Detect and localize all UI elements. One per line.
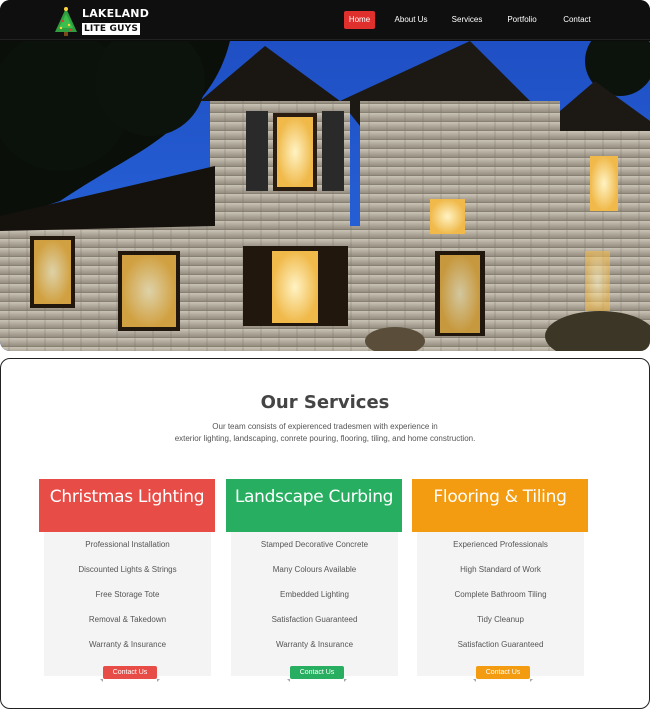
brand-name: LAKELAND LITE GUYS bbox=[82, 8, 149, 35]
feature-item: Warranty & Insurance bbox=[275, 640, 354, 649]
card-title: Landscape Curbing bbox=[226, 479, 402, 532]
nav-about-us[interactable]: About Us bbox=[388, 11, 434, 29]
feature-item: High Standard of Work bbox=[460, 565, 541, 574]
section-intro: Our team consists of expierenced tradesm… bbox=[1, 421, 649, 445]
intro-line-2: exterior lighting, landscaping, conrete … bbox=[174, 434, 476, 443]
feature-item: Many Colours Available bbox=[272, 565, 357, 574]
nav-services[interactable]: Services bbox=[447, 11, 487, 29]
feature-item: Discounted Lights & Strings bbox=[78, 565, 177, 574]
contact-us-button[interactable]: Contact Us bbox=[473, 666, 533, 682]
feature-item: Complete Bathroom Tiling bbox=[454, 590, 547, 599]
service-card-landscape-curbing: Landscape Curbing Stamped Decorative Con… bbox=[226, 479, 402, 689]
nav-portfolio[interactable]: Portfolio bbox=[501, 11, 543, 29]
service-card-christmas-lighting: Christmas Lighting Professional Installa… bbox=[39, 479, 215, 689]
feature-item: Embedded Lighting bbox=[280, 590, 349, 599]
service-card-flooring-tiling: Flooring & Tiling Experienced Profession… bbox=[412, 479, 588, 689]
feature-item: Experienced Professionals bbox=[453, 540, 548, 549]
brand-line1: LAKELAND bbox=[82, 7, 150, 20]
nav-home[interactable]: Home bbox=[344, 11, 375, 29]
card-title: Christmas Lighting bbox=[39, 479, 215, 532]
feature-item: Satisfaction Guaranteed bbox=[457, 640, 544, 649]
feature-item: Tidy Cleanup bbox=[477, 615, 524, 624]
card-features: Professional Installation Discounted Lig… bbox=[44, 532, 211, 676]
services-section: Our Services Our team consists of expier… bbox=[0, 358, 650, 709]
card-features: Stamped Decorative Concrete Many Colours… bbox=[231, 532, 398, 676]
feature-item: Free Storage Tote bbox=[95, 590, 160, 599]
logo[interactable]: LAKELAND LITE GUYS bbox=[52, 6, 149, 36]
feature-item: Satisfaction Guaranteed bbox=[271, 615, 358, 624]
intro-line-1: Our team consists of expierenced tradesm… bbox=[212, 422, 438, 431]
card-features: Experienced Professionals High Standard … bbox=[417, 532, 584, 676]
feature-item: Professional Installation bbox=[85, 540, 170, 549]
feature-item: Stamped Decorative Concrete bbox=[260, 540, 369, 549]
brand-line2: LITE GUYS bbox=[82, 23, 140, 35]
feature-item: Removal & Takedown bbox=[88, 615, 167, 624]
hero-image bbox=[0, 41, 650, 351]
contact-us-button[interactable]: Contact Us bbox=[287, 666, 347, 682]
top-panel: LAKELAND LITE GUYS Home About Us Service… bbox=[0, 0, 650, 351]
navbar: LAKELAND LITE GUYS Home About Us Service… bbox=[0, 0, 650, 40]
card-title: Flooring & Tiling bbox=[412, 479, 588, 532]
section-title: Our Services bbox=[260, 392, 390, 413]
feature-item: Warranty & Insurance bbox=[88, 640, 167, 649]
nav-contact[interactable]: Contact bbox=[558, 11, 596, 29]
christmas-tree-icon bbox=[55, 7, 77, 36]
contact-us-button[interactable]: Contact Us bbox=[100, 666, 160, 682]
